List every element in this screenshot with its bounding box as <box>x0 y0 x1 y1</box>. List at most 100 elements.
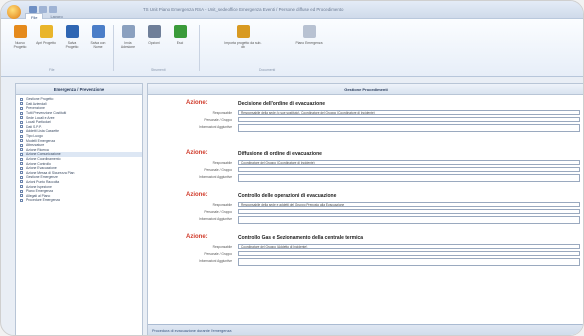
tree-item-icon <box>20 152 23 156</box>
emergency-plan-button[interactable]: Piano Emergenza <box>295 25 323 45</box>
quick-save-icon[interactable] <box>29 6 37 13</box>
tree-item-label: Dati Aziendali <box>26 101 47 106</box>
procedures-panel: Gestione Procedimenti Azione: Decisione d… <box>147 83 583 335</box>
action-title: Controllo delle operazioni di evacuazion… <box>238 193 337 199</box>
floppy-disk-icon <box>65 25 79 38</box>
staff-group-field[interactable] <box>238 251 580 256</box>
action-title: Diffusione di ordine di evacuazione <box>238 151 322 157</box>
staff-group-field[interactable] <box>238 117 580 122</box>
action-block: Azione: Decisione dell'ordine di evacuazi… <box>148 98 583 138</box>
staff-group-field-label: Personale / Gruppo <box>204 209 232 214</box>
navigation-panel-title: Emergenza / Prevenzione <box>16 84 142 95</box>
send-button[interactable]: Invia Adesione <box>117 25 139 49</box>
action-block: Azione: Diffusione di ordine di evacuazio… <box>148 148 583 188</box>
tree-item-icon <box>20 143 23 147</box>
save-project-button[interactable]: Salva Progetto <box>61 25 83 49</box>
save-as-label: Salva con Nome <box>90 41 106 49</box>
responsible-field[interactable]: Coordinatore del Gruppo (Coordinatore di… <box>238 160 580 165</box>
procedures-panel-title: Gestione Procedimenti <box>148 84 583 95</box>
tree-item-icon <box>20 189 23 193</box>
action-label: Azione: <box>186 150 208 156</box>
tree-item-label: Azione Messa di Sicurezza Pian <box>26 170 75 175</box>
new-project-icon <box>13 25 27 38</box>
action-label: Azione: <box>186 192 208 198</box>
ribbon: Nuovo Progetto Apri Progetto Salva Proge… <box>1 19 583 77</box>
app-window: TS Unit Piano Emergenza RSA - Unit_sedeo… <box>0 0 584 336</box>
tree-item-label: Azione Comunicazione <box>26 152 61 157</box>
save-as-icon <box>91 25 105 38</box>
import-project-button[interactable]: Importa progetto da sub-db <box>223 25 263 49</box>
navigation-panel: Emergenza / Prevenzione Gestione Progett… <box>15 83 143 335</box>
tree-item-label: Modelli Emergenza <box>26 138 56 143</box>
import-project-label: Importa progetto da sub-db <box>224 41 262 49</box>
quick-redo-icon[interactable] <box>49 6 57 13</box>
staff-group-field[interactable] <box>238 209 580 214</box>
open-folder-icon <box>39 25 53 38</box>
emergency-plan-label: Piano Emergenza <box>295 41 323 45</box>
quick-undo-icon[interactable] <box>39 6 47 13</box>
staff-group-field-label: Personale / Gruppo <box>204 251 232 256</box>
app-menu-button[interactable] <box>7 5 21 19</box>
action-block: Azione: Controllo delle operazioni di eva… <box>148 190 583 230</box>
window-title: TS Unit Piano Emergenza RSA - Unit_sedeo… <box>143 7 344 12</box>
tree-item-icon <box>20 198 23 202</box>
action-label: Azione: <box>186 234 208 240</box>
tree-item-label: Gestione Emergenze <box>26 175 58 180</box>
tree-item-icon <box>20 120 23 124</box>
group-label-file: File <box>49 68 55 72</box>
open-project-label: Apri Progetto <box>36 41 56 45</box>
tree-item[interactable]: Procedure Emergenza <box>20 198 142 203</box>
action-label: Azione: <box>186 100 208 106</box>
tree-item-label: Piano Emergenza <box>26 189 53 194</box>
staff-group-field[interactable] <box>238 167 580 172</box>
tree-item-icon <box>20 194 23 198</box>
tree-item-icon <box>20 116 23 120</box>
tree-item-label: Dati S.P.P. <box>26 124 42 129</box>
tree-item-label: Allegati al Piano <box>26 193 51 198</box>
import-icon <box>236 25 250 38</box>
tree-item-label: Azione Controllo <box>26 161 51 166</box>
open-project-button[interactable]: Apri Progetto <box>35 25 57 45</box>
tree-item-icon <box>20 148 23 152</box>
tree-item-icon <box>20 171 23 175</box>
tree-item-icon <box>20 166 23 170</box>
tree-item-label: Gestione Progetto <box>26 97 54 102</box>
tree-item-label: Sede Locali e Aree <box>26 115 55 120</box>
responsible-field[interactable]: Responsabile della sede (o sue sostituto… <box>238 110 580 115</box>
tree-item-icon <box>20 175 23 179</box>
tree-item-label: Azioni Punto Raccolta <box>26 179 60 184</box>
send-label: Invia Adesione <box>120 41 136 49</box>
options-button[interactable]: Opzioni <box>143 25 165 45</box>
tree-item-icon <box>20 134 23 138</box>
save-as-button[interactable]: Salva con Nome <box>87 25 109 49</box>
procedure-footer-bar[interactable]: Procedura di evacuazione durante l'emerg… <box>148 324 583 335</box>
exit-door-icon <box>173 25 187 38</box>
new-project-button[interactable]: Nuovo Progetto <box>9 25 31 49</box>
tree-item-icon <box>20 162 23 166</box>
gear-icon <box>147 25 161 38</box>
tree-item-icon <box>20 106 23 110</box>
tree-item-icon <box>20 185 23 189</box>
tree-item-label: Azione Evacuazione <box>26 166 57 171</box>
exit-label: Esci <box>176 41 184 45</box>
additional-info-field[interactable] <box>238 174 580 182</box>
tree-item-icon <box>20 129 23 133</box>
additional-info-field[interactable] <box>238 258 580 266</box>
save-project-label: Salva Progetto <box>65 41 79 49</box>
responsible-field-label: Responsabile <box>212 110 232 115</box>
document-icon <box>302 25 316 38</box>
tree-item-label: Prevenzione <box>26 106 45 111</box>
responsible-field[interactable]: Responsabile della sede e addetti del Gr… <box>238 202 580 207</box>
exit-button[interactable]: Esci <box>169 25 191 45</box>
group-label-strumenti: Strumenti <box>151 68 166 72</box>
additional-info-field[interactable] <box>238 124 580 132</box>
additional-info-field-label: Informazioni Aggiuntive <box>199 216 232 221</box>
responsible-field-label: Responsabile <box>212 202 232 207</box>
tree-item-icon <box>20 102 23 106</box>
additional-info-field[interactable] <box>238 216 580 224</box>
options-label: Opzioni <box>148 41 160 45</box>
tree-item-label: Tutti Prevenzione Costituiti <box>26 111 67 116</box>
responsible-field-label: Responsabile <box>212 244 232 249</box>
responsible-field[interactable]: Coordinatore del Gruppo (Addetto di Inci… <box>238 244 580 249</box>
action-title: Decisione dell'ordine di evacuazione <box>238 101 326 107</box>
